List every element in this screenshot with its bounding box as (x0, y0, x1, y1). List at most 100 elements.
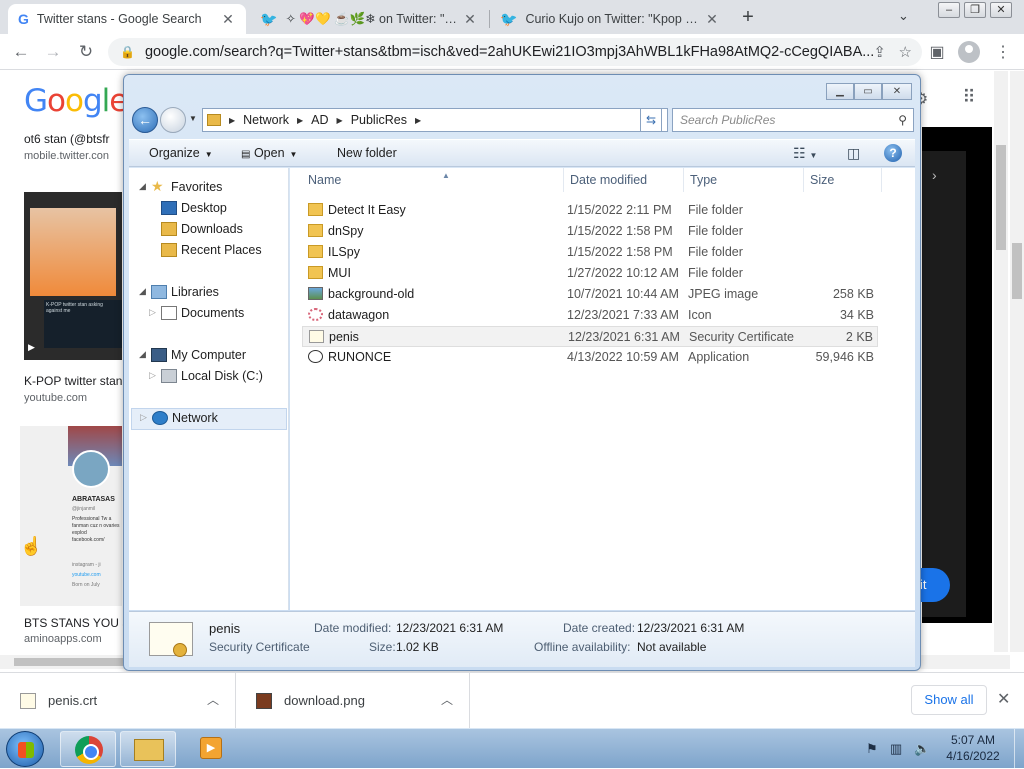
address-bar[interactable]: 🔒 google.com/search?q=Twitter+stans&tbm=… (108, 38, 922, 66)
download-item[interactable]: download.png ︿ (236, 673, 470, 729)
file-row[interactable]: datawagon 12/23/2021 7:33 AM Icon 34 KB (302, 305, 878, 326)
explorer-address-bar[interactable]: ▶ Network ▶ AD ▶ PublicRes ▶ ▼ (202, 108, 668, 132)
breadcrumb-publicres[interactable]: PublicRes (351, 113, 407, 127)
close-shelf-icon[interactable]: ✕ (997, 689, 1010, 709)
new-folder-button[interactable]: New folder (337, 146, 397, 160)
download-shelf: penis.crt ︿ download.png ︿ Show all ✕ (0, 672, 1024, 729)
refresh-icon[interactable]: ⇆ (640, 108, 662, 132)
change-view-icon[interactable]: ☷ ▼ (793, 145, 817, 162)
explorer-minimize-button[interactable]: ▁ (826, 83, 854, 100)
apps-grid-icon[interactable]: ⠿ (958, 87, 980, 108)
volume-icon[interactable]: 🔈 (914, 741, 930, 757)
history-dropdown-icon[interactable]: ▼ (189, 114, 197, 123)
result-title[interactable]: ot6 stan (@btsfr (24, 132, 110, 146)
nav-my-computer[interactable]: ◢ My Computer (129, 346, 289, 366)
result-source[interactable]: mobile.twitter.con (24, 150, 109, 162)
tab-strip: G Twitter stans - Google Search ✕ 🐦 ✧ 💖💛… (0, 0, 1024, 34)
back-arrow-icon[interactable]: ← (10, 42, 32, 62)
result-thumbnail[interactable]: ABRATASAS @jinjanmil Professional Tw a f… (20, 426, 122, 606)
reload-icon[interactable]: ↻ (75, 42, 97, 62)
action-center-flag-icon[interactable]: ⚑ (866, 741, 878, 757)
tab-search-chevron-icon[interactable]: ⌄ (898, 8, 909, 24)
breadcrumb-chevron-icon[interactable]: ▶ (337, 116, 343, 125)
network-tray-icon[interactable]: ▥ (890, 741, 902, 757)
close-window-button[interactable]: ✕ (990, 2, 1012, 18)
new-tab-button[interactable]: + (738, 6, 758, 28)
file-row[interactable]: background-old 10/7/2021 10:44 AM JPEG ima… (302, 284, 878, 305)
nav-local-disk[interactable]: ▷ Local Disk (C:) (129, 367, 289, 387)
result-source[interactable]: youtube.com (24, 392, 87, 404)
help-icon[interactable]: ? (884, 144, 902, 162)
breadcrumb-chevron-icon[interactable]: ▶ (229, 116, 235, 125)
profile-handle: @jinjanmil (72, 506, 96, 512)
breadcrumb-network[interactable]: Network (243, 113, 289, 127)
forward-arrow-icon[interactable]: → (42, 42, 64, 62)
breadcrumb-ad[interactable]: AD (311, 113, 328, 127)
file-row[interactable]: dnSpy 1/15/2022 1:58 PM File folder (302, 221, 878, 242)
explorer-maximize-button[interactable]: ▭ (854, 83, 882, 100)
tab-close-icon[interactable]: ✕ (462, 11, 478, 28)
page-scrollbar[interactable] (1010, 71, 1024, 652)
restore-button[interactable]: ❐ (964, 2, 986, 18)
result-title[interactable]: BTS STANS YOU S (24, 616, 130, 630)
more-menu-icon[interactable]: ⋮ (992, 42, 1014, 62)
media-player-icon[interactable]: ▶ (200, 737, 222, 759)
file-row[interactable]: Detect It Easy 1/15/2022 2:11 PM File fold… (302, 200, 878, 221)
photo-image (30, 208, 116, 296)
taskbar-chrome[interactable] (60, 731, 116, 767)
bookmark-star-icon[interactable]: ☆ (899, 43, 912, 61)
preview-scrollbar[interactable] (994, 71, 1008, 652)
profile-link: Born on July (72, 582, 100, 588)
tab-google-search[interactable]: G Twitter stans - Google Search ✕ (8, 4, 246, 34)
tab-close-icon[interactable]: ✕ (220, 11, 236, 28)
breadcrumb-chevron-icon[interactable]: ▶ (415, 116, 421, 125)
column-header-name[interactable]: Name ▲ (302, 168, 564, 192)
download-item[interactable]: penis.crt ︿ (0, 673, 236, 729)
file-row[interactable]: ILSpy 1/15/2022 1:58 PM File folder (302, 242, 878, 263)
back-arrow-icon[interactable]: ← (132, 107, 158, 133)
file-row[interactable]: RUNONCE 4/13/2022 10:59 AM Application 59,9… (302, 347, 878, 368)
nav-documents[interactable]: ▷ Documents (129, 304, 289, 324)
organize-button[interactable]: Organize ▼ (149, 146, 213, 160)
tab-twitter-2[interactable]: 🐦 Curio Kujo on Twitter: "Kpop star ✕ (490, 4, 730, 34)
start-button[interactable] (6, 731, 44, 767)
taskbar-explorer[interactable] (120, 731, 176, 767)
tab-twitter-1[interactable]: 🐦 ✧ 💖💛 ☕🌿❄ on Twitter: "#h3h3 ✕ (250, 4, 488, 34)
clock[interactable]: 5:07 AM 4/16/2022 (940, 732, 1006, 764)
file-row[interactable]: MUI 1/27/2022 10:12 AM File folder (302, 263, 878, 284)
forward-arrow-icon[interactable] (160, 107, 186, 133)
result-source[interactable]: aminoapps.com (24, 633, 102, 645)
profile-avatar[interactable] (958, 41, 980, 63)
show-all-downloads-button[interactable]: Show all (911, 685, 987, 715)
breadcrumb-chevron-icon[interactable]: ▶ (297, 116, 303, 125)
column-header-type[interactable]: Type (684, 168, 804, 192)
show-desktop-button[interactable] (1014, 729, 1024, 769)
nav-network[interactable]: ▷ Network (131, 408, 287, 430)
preview-pane-icon[interactable]: ◫ (847, 145, 860, 162)
open-button[interactable]: ▤ Open ▼ (241, 146, 297, 160)
explorer-close-button[interactable]: ✕ (882, 83, 912, 100)
folder-icon (207, 114, 221, 126)
tab-close-icon[interactable]: ✕ (704, 11, 720, 28)
chevron-right-icon[interactable]: › (932, 167, 937, 183)
nav-recent-places[interactable]: Recent Places (129, 241, 289, 261)
result-title[interactable]: K-POP twitter stan (24, 374, 122, 388)
file-row-selected[interactable]: penis 12/23/2021 6:31 AM Security Certific… (302, 326, 878, 347)
side-panel-icon[interactable]: ▣ (926, 42, 948, 62)
minimize-button[interactable]: – (938, 2, 960, 18)
chevron-up-icon[interactable]: ︿ (207, 691, 219, 708)
nav-downloads[interactable]: Downloads (129, 220, 289, 240)
result-thumbnail[interactable]: K-POP twitter stan asking against me ▶ (24, 192, 122, 360)
chevron-up-icon[interactable]: ︿ (441, 691, 453, 708)
offline-availability-label: Offline availability: (534, 640, 631, 654)
search-input[interactable]: Search PublicRes ⚲ (672, 108, 914, 132)
expand-triangle-icon: ◢ (139, 349, 146, 359)
nav-libraries[interactable]: ◢ Libraries (129, 283, 289, 303)
share-icon[interactable]: ⇪ (873, 43, 886, 61)
google-logo[interactable]: Google (24, 83, 128, 119)
column-header-size[interactable]: Size (804, 168, 882, 192)
nav-favorites[interactable]: ◢ ★ Favorites (129, 178, 289, 198)
nav-desktop[interactable]: Desktop (129, 199, 289, 219)
search-icon[interactable]: ⚲ (898, 109, 907, 131)
column-header-date[interactable]: Date modified (564, 168, 684, 192)
